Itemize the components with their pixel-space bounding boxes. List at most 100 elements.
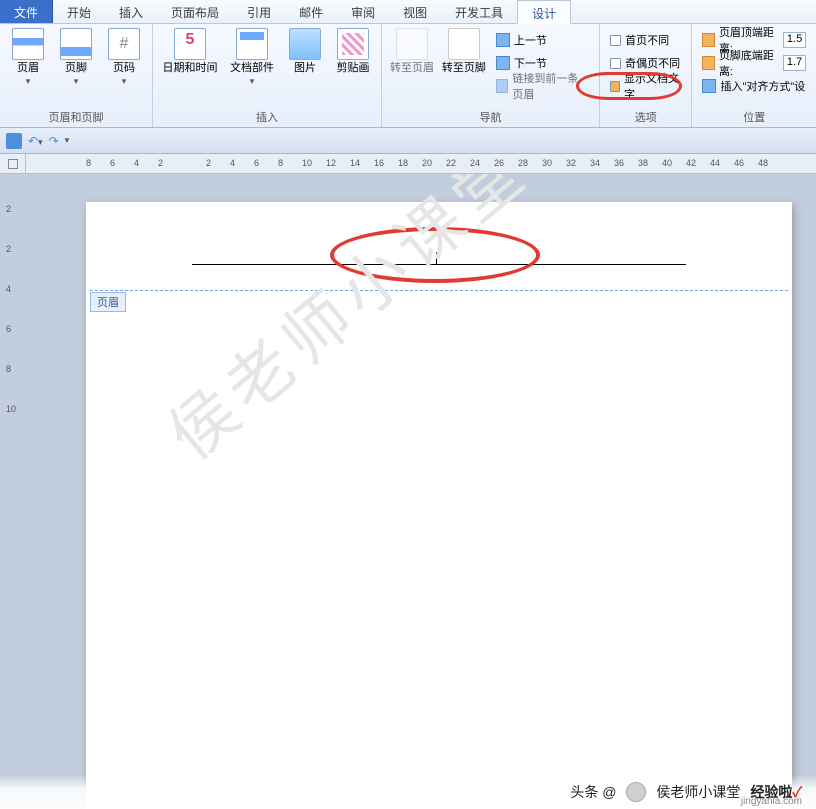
- ruler-tick: 34: [590, 158, 600, 168]
- page-number-button[interactable]: 页码 ▾: [102, 26, 146, 89]
- tab-mail[interactable]: 邮件: [285, 0, 337, 23]
- prev-section-button[interactable]: 上一节: [492, 30, 593, 50]
- show-doc-text-checkbox[interactable]: 显示文档文字: [606, 76, 685, 96]
- calendar-icon: [174, 28, 206, 60]
- odd-even-diff-label: 奇偶页不同: [625, 55, 680, 71]
- page: 页眉 侯老师小课堂: [86, 202, 792, 809]
- quick-access-toolbar: ↶▾ ↷ ▾: [0, 128, 816, 154]
- ruler-tick: 8: [278, 158, 283, 168]
- date-time-label: 日期和时间: [163, 62, 218, 75]
- ruler-tick: 40: [662, 158, 672, 168]
- ruler-tick: 44: [710, 158, 720, 168]
- clipart-button[interactable]: 剪贴画: [331, 26, 375, 77]
- group-label-header-footer: 页眉和页脚: [6, 109, 146, 127]
- footer-button[interactable]: 页脚 ▾: [54, 26, 98, 89]
- goto-footer-button[interactable]: 转至页脚: [440, 26, 488, 77]
- undo-button[interactable]: ↶▾: [28, 134, 43, 148]
- ruler-tick: 6: [6, 324, 11, 334]
- group-label-nav: 导航: [388, 109, 593, 127]
- footer-credit: 头条 @ 侯老师小课堂 经验啦✓ jingyanla.com: [0, 775, 816, 809]
- footer-author: 侯老师小课堂: [656, 782, 740, 802]
- ruler-tick: 2: [206, 158, 211, 168]
- ruler-tick: 32: [566, 158, 576, 168]
- tab-references[interactable]: 引用: [233, 0, 285, 23]
- header-boundary-line: [90, 290, 788, 291]
- footer-bottom-label: 页脚底端距离:: [719, 47, 779, 79]
- prev-section-label: 上一节: [514, 32, 547, 48]
- header-icon: [12, 28, 44, 60]
- tab-file[interactable]: 文件: [0, 0, 53, 23]
- footer-site: jingyanla.com: [741, 796, 802, 807]
- doc-parts-button[interactable]: 文档部件 ▾: [225, 26, 279, 89]
- header-tag: 页眉: [90, 292, 126, 312]
- ruler-tick: 42: [686, 158, 696, 168]
- avatar-icon: [626, 782, 646, 802]
- redo-button[interactable]: ↷: [49, 134, 59, 148]
- goto-header-icon: [396, 28, 428, 60]
- qat-customize-caret-icon[interactable]: ▾: [65, 135, 70, 146]
- workspace: 2 2 4 6 8 10 864224681012141618202224262…: [0, 154, 816, 809]
- show-doc-text-label: 显示文档文字: [624, 70, 682, 102]
- footer-source: 头条 @: [570, 782, 616, 802]
- distance-icon: [702, 56, 714, 70]
- next-section-label: 下一节: [514, 55, 547, 71]
- date-time-button[interactable]: 日期和时间: [159, 26, 221, 77]
- watermark-text: 侯老师小课堂: [144, 174, 546, 478]
- next-section-icon: [496, 56, 510, 70]
- footer-button-label: 页脚: [65, 62, 87, 75]
- goto-header-label: 转至页眉: [390, 62, 434, 75]
- save-icon[interactable]: [6, 133, 22, 149]
- group-label-position: 位置: [698, 109, 810, 127]
- insert-align-label: 插入"对齐方式"设: [720, 78, 805, 94]
- dropdown-caret-icon: ▾: [26, 76, 31, 87]
- tab-layout[interactable]: 页面布局: [157, 0, 233, 23]
- tab-selector-icon[interactable]: [8, 159, 18, 169]
- ruler-tick: 8: [6, 364, 11, 374]
- first-page-diff-label: 首页不同: [625, 32, 669, 48]
- ruler-tick: 22: [446, 158, 456, 168]
- tab-insert[interactable]: 插入: [105, 0, 157, 23]
- page-number-icon: [108, 28, 140, 60]
- ruler-tick: 20: [422, 158, 432, 168]
- group-navigation: 转至页眉 转至页脚 上一节 下一节 链接到前一条页眉: [382, 24, 600, 127]
- link-previous-button[interactable]: 链接到前一条页眉: [492, 76, 593, 96]
- picture-button[interactable]: 图片: [283, 26, 327, 77]
- tab-design[interactable]: 设计: [517, 0, 571, 24]
- header-top-input[interactable]: 1.5: [783, 32, 806, 48]
- footer-bottom-distance[interactable]: 页脚底端距离: 1.7: [698, 53, 810, 73]
- group-position: 页眉顶端距离: 1.5 页脚底端距离: 1.7 插入"对齐方式"设 位置: [692, 24, 816, 127]
- ruler-tick: 4: [230, 158, 235, 168]
- header-button[interactable]: 页眉 ▾: [6, 26, 50, 89]
- picture-label: 图片: [294, 62, 316, 75]
- tab-home[interactable]: 开始: [53, 0, 105, 23]
- ruler-tick: 10: [6, 404, 16, 414]
- dropdown-caret-icon: ▾: [122, 76, 127, 87]
- goto-header-button[interactable]: 转至页眉: [388, 26, 436, 77]
- ruler-tick: 6: [254, 158, 259, 168]
- ruler-tick: 14: [350, 158, 360, 168]
- tab-view[interactable]: 视图: [389, 0, 441, 23]
- ruler-tick: 4: [6, 284, 11, 294]
- ruler-tick: 48: [758, 158, 768, 168]
- page-number-label: 页码: [113, 62, 135, 75]
- tab-review[interactable]: 审阅: [337, 0, 389, 23]
- ruler-tick: 2: [158, 158, 163, 168]
- ruler-tick: 2: [6, 244, 11, 254]
- distance-icon: [702, 33, 714, 47]
- ribbon: 页眉 ▾ 页脚 ▾ 页码 ▾ 页眉和页脚 日期和时间 文: [0, 24, 816, 128]
- align-tab-icon: [702, 79, 716, 93]
- ruler-corner: [0, 154, 26, 174]
- menu-tabs: 文件 开始 插入 页面布局 引用 邮件 审阅 视图 开发工具 设计: [0, 0, 816, 24]
- footer-icon: [60, 28, 92, 60]
- footer-bottom-input[interactable]: 1.7: [783, 55, 806, 71]
- checkbox-icon: [610, 35, 621, 46]
- ruler-tick: 12: [326, 158, 336, 168]
- horizontal-ruler[interactable]: 8642246810121416182022242628303234363840…: [26, 154, 816, 174]
- first-page-diff-checkbox[interactable]: 首页不同: [606, 30, 685, 50]
- insert-align-tab-button[interactable]: 插入"对齐方式"设: [698, 76, 810, 96]
- ruler-tick: 10: [302, 158, 312, 168]
- goto-footer-icon: [448, 28, 480, 60]
- ruler-tick: 4: [134, 158, 139, 168]
- tab-dev[interactable]: 开发工具: [441, 0, 517, 23]
- document-area[interactable]: 页眉 侯老师小课堂: [26, 174, 816, 809]
